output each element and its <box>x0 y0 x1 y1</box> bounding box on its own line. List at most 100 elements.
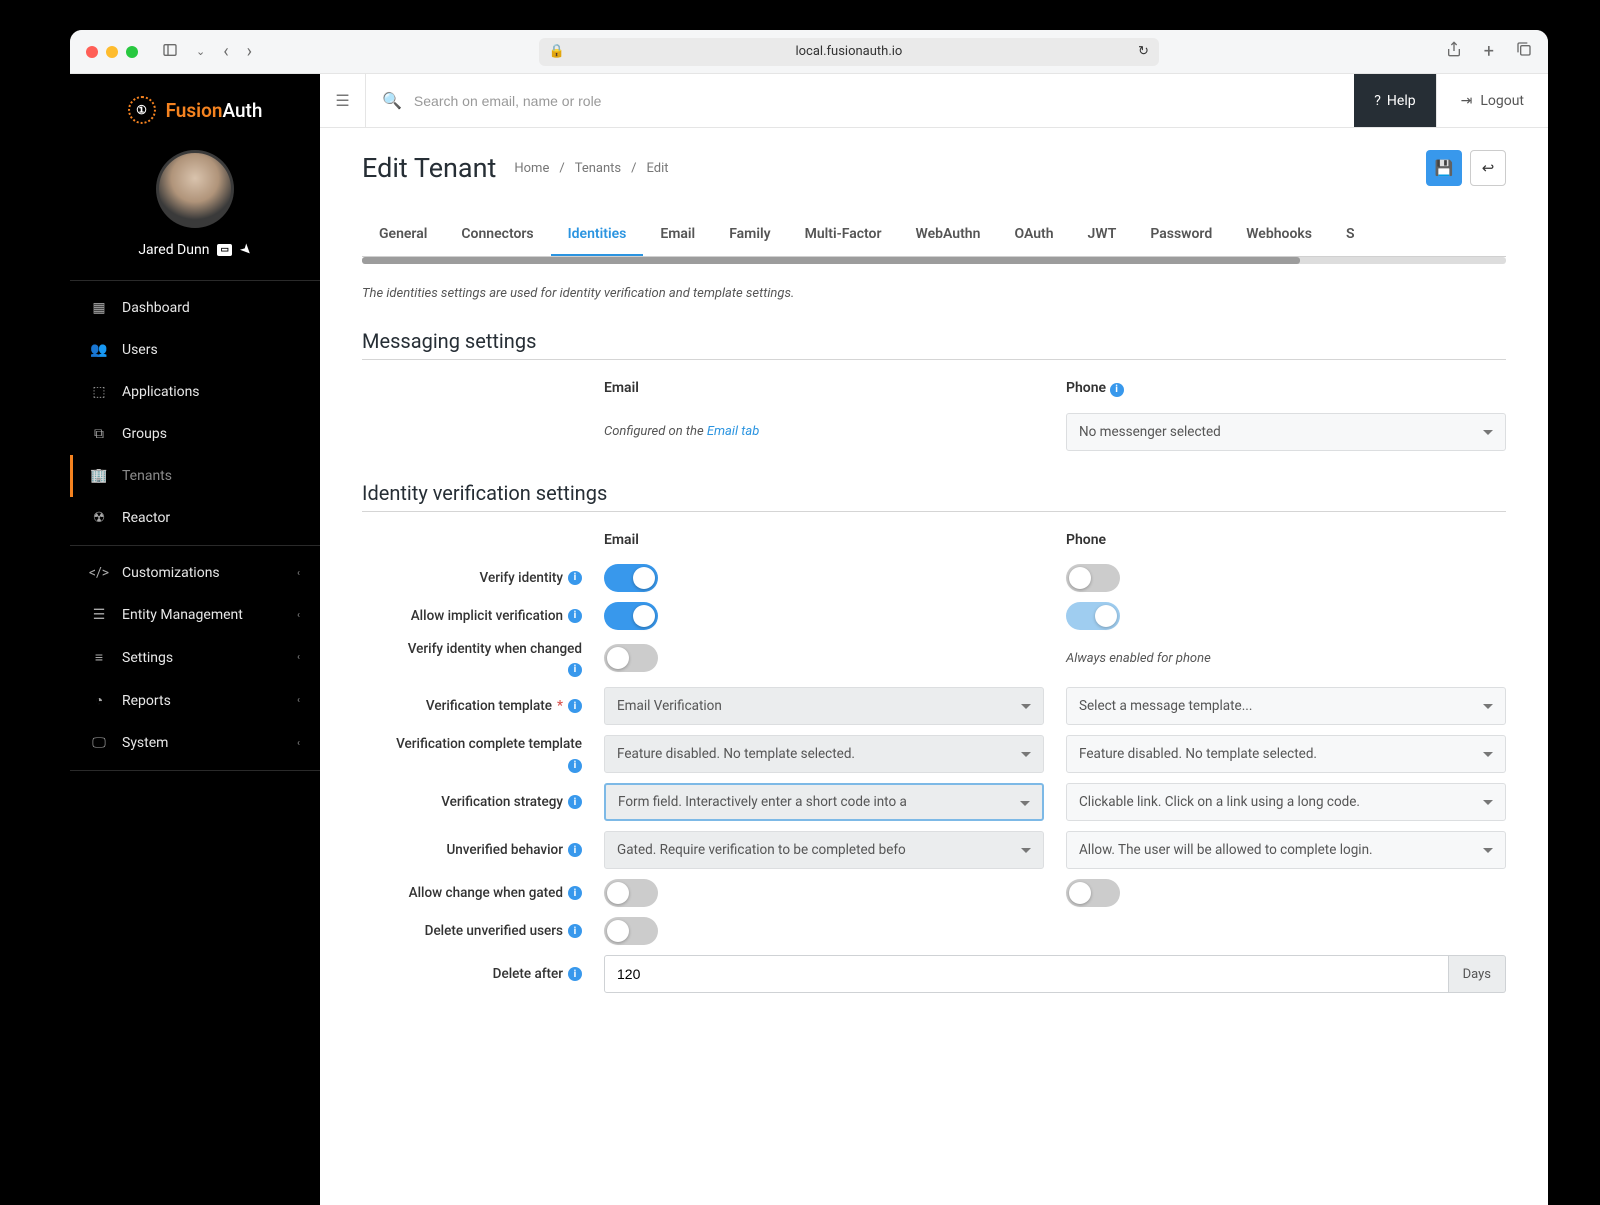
sidebar-item-reports[interactable]: ◔Reports‹ <box>70 679 320 722</box>
tab-password[interactable]: Password <box>1133 214 1229 256</box>
select-verification-complete-phone[interactable]: Feature disabled. No template selected. <box>1066 735 1506 773</box>
info-icon[interactable]: i <box>568 795 582 809</box>
select-verification-strategy-email[interactable]: Form field. Interactively enter a short … <box>604 783 1044 821</box>
select-verification-template-email[interactable]: Email Verification <box>604 687 1044 725</box>
sidebar-item-entity-management[interactable]: ☰Entity Management‹ <box>70 594 320 636</box>
label-delete-unverified: Delete unverified usersi <box>362 923 582 939</box>
label-verification-strategy: Verification strategyi <box>362 794 582 810</box>
info-icon[interactable]: i <box>568 571 582 585</box>
chevron-left-icon: ‹ <box>297 738 300 749</box>
new-tab-icon[interactable]: + <box>1484 41 1494 62</box>
toggle-verify-identity-phone[interactable] <box>1066 564 1120 592</box>
select-unverified-behavior-email[interactable]: Gated. Require verification to be comple… <box>604 831 1044 869</box>
reports-icon: ◔ <box>90 692 108 709</box>
back-button[interactable]: ↩ <box>1470 150 1506 186</box>
sidebar-item-reactor[interactable]: ☢Reactor <box>70 497 320 539</box>
info-icon[interactable]: i <box>568 663 582 677</box>
sidebar-toggle-icon[interactable] <box>162 42 178 62</box>
chevron-left-icon: ‹ <box>297 652 300 663</box>
breadcrumb-tenants[interactable]: Tenants <box>575 161 621 176</box>
label-allow-change-gated: Allow change when gatedi <box>362 885 582 901</box>
info-icon[interactable]: i <box>568 699 582 713</box>
chevron-down-icon[interactable]: ⌄ <box>196 45 205 58</box>
tab-more[interactable]: S <box>1329 214 1372 256</box>
groups-icon: ⧉ <box>90 426 108 442</box>
address-bar[interactable]: 🔒 local.fusionauth.io ↻ <box>539 38 1159 66</box>
toggle-allow-change-gated-phone[interactable] <box>1066 879 1120 907</box>
toggle-verify-changed-email[interactable] <box>604 644 658 672</box>
browser-window: ⌄ ‹ › 🔒 local.fusionauth.io ↻ + ① Fusion… <box>70 30 1548 1205</box>
label-unverified-behavior: Unverified behaviori <box>362 842 582 858</box>
sidebar-collapse-button[interactable]: ☰ <box>320 74 366 127</box>
code-icon: </> <box>90 565 108 581</box>
tab-multi-factor[interactable]: Multi-Factor <box>788 214 899 256</box>
window-close[interactable] <box>86 46 98 58</box>
breadcrumb-current: Edit <box>647 161 669 176</box>
search-bar: 🔍 <box>366 91 1354 110</box>
tab-identities[interactable]: Identities <box>551 214 644 256</box>
tab-scrollbar-thumb[interactable] <box>362 257 1300 264</box>
logo: ① FusionAuth <box>70 74 320 142</box>
id-card-icon[interactable]: ▭ <box>217 244 232 256</box>
col-header-email-2: Email <box>604 526 1044 554</box>
tab-webhooks[interactable]: Webhooks <box>1229 214 1329 256</box>
window-minimize[interactable] <box>106 46 118 58</box>
info-icon[interactable]: i <box>568 843 582 857</box>
tab-email[interactable]: Email <box>643 214 712 256</box>
col-header-phone-2: Phone <box>1066 526 1506 554</box>
breadcrumb-home[interactable]: Home <box>514 161 549 176</box>
sidebar-item-customizations[interactable]: </>Customizations‹ <box>70 552 320 594</box>
tab-general[interactable]: General <box>362 214 444 256</box>
sidebar: ① FusionAuth Jared Dunn ▭ ➤ ▦Dashboard 👥… <box>70 74 320 1205</box>
search-input[interactable] <box>414 93 1338 109</box>
info-icon[interactable]: i <box>568 924 582 938</box>
main: ☰ 🔍 ?Help ⇥Logout Edit Tenant Home/ Tena… <box>320 74 1548 1205</box>
sidebar-item-applications[interactable]: ⬚Applications <box>70 371 320 413</box>
window-zoom[interactable] <box>126 46 138 58</box>
sidebar-item-users[interactable]: 👥Users <box>70 329 320 371</box>
select-verification-strategy-phone[interactable]: Clickable link. Click on a link using a … <box>1066 783 1506 821</box>
help-button[interactable]: ?Help <box>1354 74 1435 127</box>
sidebar-item-tenants[interactable]: 🏢Tenants <box>70 455 320 497</box>
email-tab-link[interactable]: Email tab <box>707 424 759 439</box>
info-icon[interactable]: i <box>568 609 582 623</box>
section-identity-title: Identity verification settings <box>362 481 1506 512</box>
phone-messenger-select[interactable]: No messenger selected <box>1066 413 1506 451</box>
logo-mark-icon: ① <box>128 96 156 124</box>
logout-button[interactable]: ⇥Logout <box>1436 74 1548 127</box>
back-icon[interactable]: ‹ <box>223 41 228 62</box>
info-icon[interactable]: i <box>568 759 582 773</box>
select-verification-template-phone[interactable]: Select a message template... <box>1066 687 1506 725</box>
reload-icon[interactable]: ↻ <box>1138 44 1149 59</box>
info-icon[interactable]: i <box>568 967 582 981</box>
save-button[interactable]: 💾 <box>1426 150 1462 186</box>
tab-jwt[interactable]: JWT <box>1071 214 1134 256</box>
info-icon[interactable]: i <box>1110 383 1124 397</box>
info-icon[interactable]: i <box>568 886 582 900</box>
sidebar-item-settings[interactable]: ≡Settings‹ <box>70 636 320 679</box>
toggle-allow-implicit-email[interactable] <box>604 602 658 630</box>
nav: ▦Dashboard 👥Users ⬚Applications ⧉Groups … <box>70 281 320 1205</box>
share-icon[interactable] <box>1446 41 1462 62</box>
tabs-icon[interactable] <box>1516 41 1532 62</box>
toggle-allow-implicit-phone[interactable] <box>1066 602 1120 630</box>
tab-connectors[interactable]: Connectors <box>444 214 550 256</box>
toggle-delete-unverified[interactable] <box>604 917 658 945</box>
sidebar-item-system[interactable]: 🖵System‹ <box>70 722 320 764</box>
location-icon[interactable]: ➤ <box>236 240 256 260</box>
sidebar-item-groups[interactable]: ⧉Groups <box>70 413 320 455</box>
input-addon-days: Days <box>1449 955 1506 993</box>
select-unverified-behavior-phone[interactable]: Allow. The user will be allowed to compl… <box>1066 831 1506 869</box>
sidebar-item-dashboard[interactable]: ▦Dashboard <box>70 287 320 329</box>
avatar[interactable] <box>156 150 234 228</box>
toggle-allow-change-gated-email[interactable] <box>604 879 658 907</box>
toggle-verify-identity-email[interactable] <box>604 564 658 592</box>
tab-family[interactable]: Family <box>712 214 787 256</box>
tab-scrollbar[interactable] <box>362 257 1506 264</box>
url-text: local.fusionauth.io <box>795 44 902 59</box>
tab-oauth[interactable]: OAuth <box>997 214 1070 256</box>
select-verification-complete-email[interactable]: Feature disabled. No template selected. <box>604 735 1044 773</box>
input-delete-after[interactable] <box>604 955 1449 993</box>
tab-webauthn[interactable]: WebAuthn <box>899 214 998 256</box>
dashboard-icon: ▦ <box>90 300 108 316</box>
